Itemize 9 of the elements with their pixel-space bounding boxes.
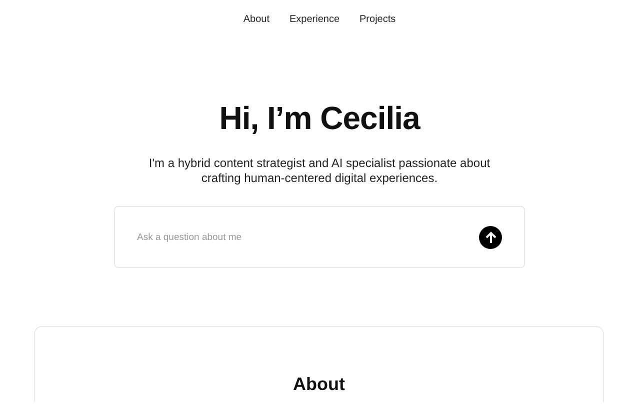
- arrow-up-icon: [484, 230, 496, 244]
- question-field[interactable]: Ask a question about me: [114, 206, 525, 268]
- hero-subtitle: I'm a hybrid content strategist and AI specialist passionate about crafting human-centered digital experiences.: [148, 156, 492, 186]
- nav-link[interactable]: About: [243, 14, 270, 26]
- send-button[interactable]: [479, 226, 502, 248]
- nav-link[interactable]: Projects: [360, 14, 396, 26]
- hero-title: Hi, I’m Cecilia: [219, 99, 420, 138]
- section-heading: About: [293, 373, 345, 395]
- nav-link[interactable]: Experience: [289, 14, 340, 26]
